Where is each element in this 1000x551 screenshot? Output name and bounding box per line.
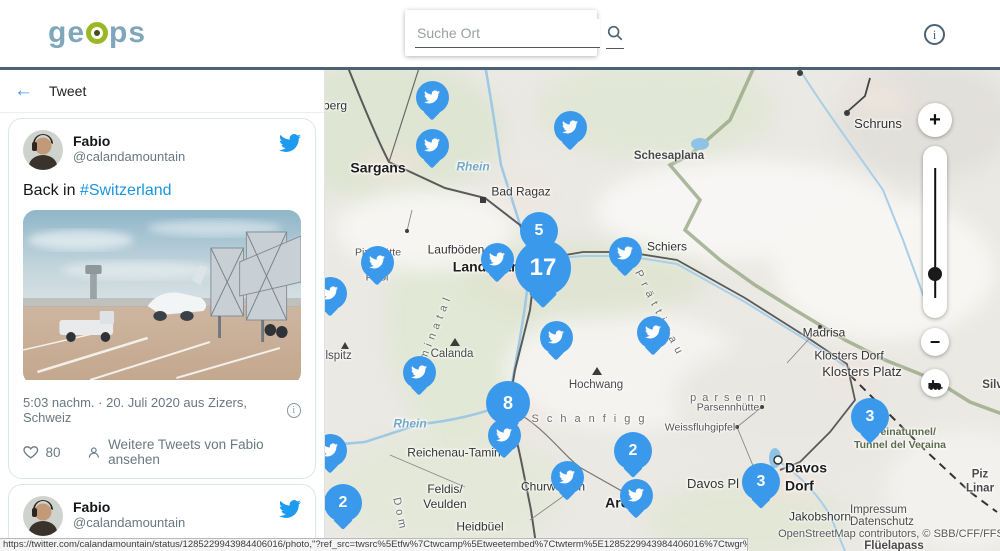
- attribution-impressum-link[interactable]: Impressum: [850, 504, 907, 516]
- twitter-bird-icon: [325, 442, 338, 458]
- panel-title: Tweet: [49, 83, 86, 99]
- map[interactable]: rbergSargansRheinBad RagazSchrunsSchesap…: [325, 70, 1000, 551]
- attribution-datenschutz-link[interactable]: Datenschutz: [850, 516, 914, 528]
- search-icon[interactable]: [606, 18, 624, 49]
- tweet-card[interactable]: Fabio @calandamountain Back in #Switzerl…: [8, 118, 316, 479]
- attribution-osm: OpenStreetMap contributors, © SBB/CFF/FF…: [778, 528, 1000, 540]
- app-header: ge ps i: [0, 0, 1000, 70]
- twitter-bird-icon: [489, 251, 505, 267]
- panel-header: ← Tweet: [0, 70, 324, 113]
- zoom-out-button[interactable]: −: [921, 328, 949, 356]
- twitter-bird-icon: [411, 364, 427, 380]
- like-icon[interactable]: [23, 444, 39, 460]
- geops-logo: ge ps: [48, 16, 146, 50]
- attribution-links: Impressum Datenschutz: [850, 504, 950, 528]
- like-count: 80: [46, 445, 61, 460]
- cluster-count: 3: [866, 408, 875, 426]
- train-icon: [927, 376, 944, 390]
- search-box: [405, 10, 597, 56]
- tweet-marker[interactable]: [637, 316, 670, 354]
- hashtag-link[interactable]: #Switzerland: [80, 182, 172, 199]
- tweet-marker[interactable]: [609, 237, 642, 275]
- cluster-count: 2: [339, 494, 348, 512]
- twitter-bird-icon: [559, 469, 575, 485]
- twitter-bird-icon: [325, 285, 338, 301]
- tweet-marker[interactable]: [361, 246, 394, 284]
- twitter-bird-icon[interactable]: [279, 498, 301, 525]
- avatar[interactable]: [23, 130, 63, 170]
- logo-text-pre: ge: [48, 16, 85, 50]
- tweet-info-icon[interactable]: i: [287, 403, 301, 418]
- tweet-panel: ← Tweet Fabio @calandamountain B: [0, 70, 325, 551]
- logo-text-post: ps: [109, 16, 146, 50]
- tweet-marker[interactable]: [488, 419, 521, 457]
- cluster-marker[interactable]: 3: [851, 398, 889, 441]
- back-arrow-icon[interactable]: ←: [14, 80, 33, 102]
- cluster-marker[interactable]: 2: [614, 432, 652, 475]
- twitter-bird-icon: [369, 254, 385, 270]
- info-icon[interactable]: i: [924, 24, 945, 45]
- tweet-text: Back in #Switzerland: [23, 182, 301, 200]
- cluster-marker[interactable]: 3: [742, 463, 780, 506]
- twitter-bird-icon: [548, 329, 564, 345]
- zoom-slider[interactable]: [923, 146, 947, 318]
- train-layer-button[interactable]: [921, 369, 949, 397]
- twitter-bird-icon: [617, 245, 633, 261]
- tweet-marker[interactable]: [325, 434, 347, 472]
- author-handle: @calandamountain: [73, 149, 185, 164]
- twitter-bird-icon: [628, 487, 644, 503]
- tweet-marker[interactable]: [416, 129, 449, 167]
- avatar[interactable]: [23, 496, 63, 536]
- twitter-bird-icon: [496, 427, 512, 443]
- twitter-bird-icon: [424, 137, 440, 153]
- status-bar: https://twitter.com/calandamountain/stat…: [0, 538, 748, 551]
- twitter-bird-icon: [424, 89, 440, 105]
- twitter-bird-icon[interactable]: [279, 132, 301, 159]
- twitter-bird-icon: [645, 324, 661, 340]
- twitter-bird-icon: [562, 119, 578, 135]
- tweet-marker[interactable]: [403, 356, 436, 394]
- author-name: Fabio: [73, 133, 185, 149]
- tweet-timestamp: 5:03 nachm. · 20. Juli 2020 aus Zizers, …: [23, 395, 287, 425]
- tweet-marker[interactable]: [540, 321, 573, 359]
- zoom-slider-handle[interactable]: [928, 267, 942, 281]
- author-handle: @calandamountain: [73, 515, 185, 530]
- cluster-count: 3: [757, 473, 766, 491]
- cluster-count: 8: [503, 393, 513, 414]
- profile-icon: [87, 445, 101, 460]
- tweet-marker[interactable]: [554, 111, 587, 149]
- cluster-count: 2: [629, 442, 638, 460]
- search-input[interactable]: [415, 19, 600, 48]
- cluster-count: 17: [530, 254, 557, 282]
- tweet-marker[interactable]: [325, 277, 347, 315]
- cluster-marker[interactable]: 17: [515, 240, 571, 304]
- zoom-in-button[interactable]: +: [918, 103, 952, 137]
- more-tweets-link[interactable]: Weitere Tweets von Fabio ansehen: [108, 437, 301, 467]
- tweet-marker[interactable]: [481, 243, 514, 281]
- tweet-marker[interactable]: [551, 461, 584, 499]
- tweet-marker[interactable]: [416, 81, 449, 119]
- cluster-marker[interactable]: 2: [325, 484, 362, 527]
- logo-o-icon: [86, 22, 108, 44]
- tweet-marker[interactable]: [620, 479, 653, 517]
- author-name: Fabio: [73, 499, 185, 515]
- cluster-count: 5: [535, 222, 544, 240]
- tweet-image[interactable]: [23, 210, 301, 385]
